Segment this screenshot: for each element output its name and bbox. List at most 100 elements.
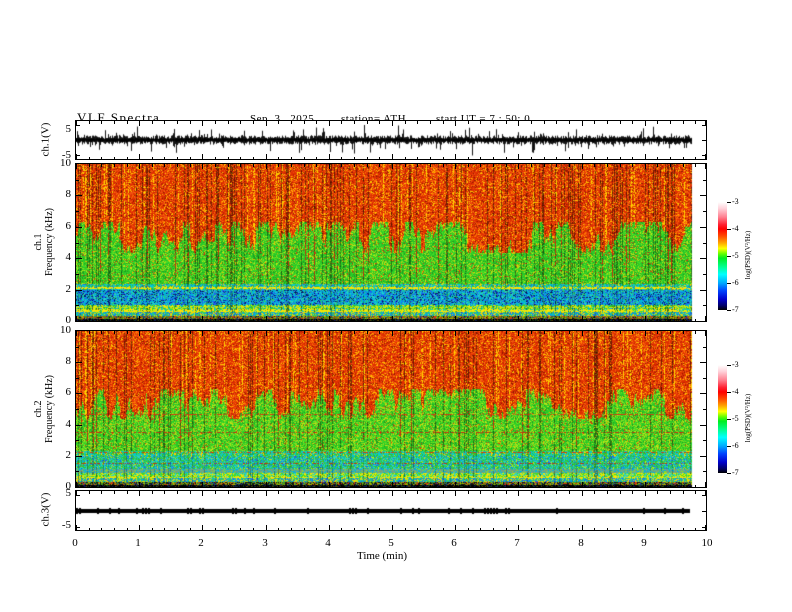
tick-mark xyxy=(443,331,444,334)
tick-mark xyxy=(405,121,406,124)
tick-mark xyxy=(531,527,532,530)
tick-mark xyxy=(620,156,621,159)
tick-mark xyxy=(518,331,519,336)
tick-mark xyxy=(670,484,671,487)
tick-mark xyxy=(392,316,393,321)
tick-mark xyxy=(493,156,494,159)
tick-mark xyxy=(152,484,153,487)
tick-mark xyxy=(430,484,431,487)
tick-mark xyxy=(139,316,140,321)
tick-mark xyxy=(468,318,469,321)
tick-mark xyxy=(114,527,115,530)
tick-mark xyxy=(177,484,178,487)
freq-tick-label-sp2: 4 xyxy=(65,418,72,430)
tick-mark xyxy=(152,121,153,124)
tick-mark xyxy=(240,484,241,487)
tick-mark xyxy=(190,527,191,530)
tick-mark xyxy=(215,484,216,487)
tick-mark xyxy=(354,491,355,494)
tick-mark xyxy=(304,331,305,334)
tick-mark xyxy=(670,164,671,167)
tick-mark xyxy=(240,331,241,334)
tick-mark xyxy=(493,491,494,494)
tick-mark xyxy=(645,525,646,530)
tick-mark xyxy=(705,482,706,487)
tick-mark xyxy=(266,121,267,126)
tick-mark xyxy=(683,484,684,487)
tick-mark xyxy=(341,156,342,159)
tick-mark xyxy=(506,491,507,494)
colorbar-tick-mark xyxy=(727,256,731,257)
tick-mark xyxy=(702,511,706,512)
tick-mark xyxy=(341,121,342,124)
tick-mark xyxy=(114,484,115,487)
tick-mark xyxy=(506,164,507,167)
ch1-spectrogram-canvas xyxy=(76,164,706,321)
tick-mark xyxy=(657,331,658,334)
tick-mark xyxy=(480,331,481,334)
tick-mark xyxy=(607,318,608,321)
tick-mark xyxy=(582,482,583,487)
colorbar-tick-label: -3 xyxy=(732,360,739,369)
tick-mark xyxy=(291,318,292,321)
tick-mark xyxy=(703,180,706,181)
tick-mark xyxy=(291,164,292,167)
tick-mark xyxy=(367,331,368,334)
tick-mark xyxy=(101,318,102,321)
tick-mark xyxy=(379,484,380,487)
tick-mark xyxy=(556,491,557,494)
tick-mark xyxy=(253,491,254,494)
tick-mark xyxy=(114,491,115,494)
tick-mark xyxy=(468,121,469,124)
tick-mark xyxy=(632,527,633,530)
tick-mark xyxy=(228,156,229,159)
tick-mark xyxy=(430,491,431,494)
tick-mark xyxy=(594,527,595,530)
tick-mark xyxy=(367,121,368,124)
tick-mark xyxy=(392,331,393,336)
tick-mark xyxy=(582,331,583,336)
tick-mark xyxy=(702,155,706,156)
tick-mark xyxy=(266,525,267,530)
tick-mark xyxy=(493,484,494,487)
tick-mark xyxy=(367,318,368,321)
tick-mark xyxy=(702,495,706,496)
tick-mark xyxy=(645,164,646,169)
tick-mark xyxy=(702,140,706,141)
tick-mark xyxy=(89,318,90,321)
tick-mark xyxy=(215,318,216,321)
tick-mark xyxy=(89,164,90,167)
tick-mark xyxy=(531,164,532,167)
tick-mark xyxy=(544,156,545,159)
tick-mark xyxy=(177,156,178,159)
tick-mark xyxy=(455,331,456,336)
tick-mark xyxy=(228,318,229,321)
tick-mark xyxy=(569,527,570,530)
tick-mark xyxy=(291,484,292,487)
time-tick-label: 6 xyxy=(451,537,457,549)
tick-mark xyxy=(695,121,696,124)
tick-mark xyxy=(190,318,191,321)
tick-mark xyxy=(114,331,115,334)
tick-mark xyxy=(480,121,481,124)
tick-mark xyxy=(700,258,706,259)
tick-mark xyxy=(240,156,241,159)
tick-mark xyxy=(76,258,82,259)
time-tick-label: 3 xyxy=(262,537,268,549)
tick-mark xyxy=(700,195,706,196)
tick-mark xyxy=(392,491,393,496)
tick-mark xyxy=(392,482,393,487)
tick-mark xyxy=(480,164,481,167)
tick-mark xyxy=(443,318,444,321)
tick-mark xyxy=(379,527,380,530)
tick-mark xyxy=(278,156,279,159)
tick-mark xyxy=(164,318,165,321)
tick-mark xyxy=(455,525,456,530)
tick-mark xyxy=(506,331,507,334)
tick-mark xyxy=(164,156,165,159)
tick-mark xyxy=(228,527,229,530)
tick-mark xyxy=(190,156,191,159)
tick-mark xyxy=(620,484,621,487)
tick-mark xyxy=(76,227,82,228)
ch2-spectrogram-panel xyxy=(75,330,707,488)
